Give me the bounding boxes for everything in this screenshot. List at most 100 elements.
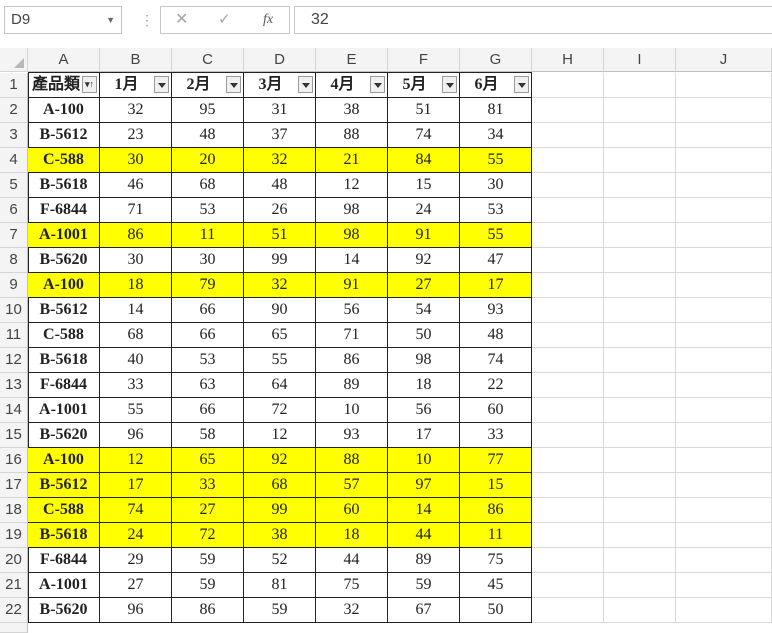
value-cell[interactable]: 66 (172, 323, 244, 348)
empty-cell[interactable] (532, 198, 604, 223)
empty-cell[interactable] (532, 598, 604, 623)
product-cell[interactable]: B-5612 (28, 123, 100, 148)
value-cell[interactable]: 15 (460, 473, 532, 498)
value-cell[interactable]: 34 (460, 123, 532, 148)
value-cell[interactable]: 30 (172, 248, 244, 273)
product-cell[interactable]: C-588 (28, 323, 100, 348)
name-box[interactable]: D9 ▼ (4, 6, 122, 34)
empty-cell[interactable] (604, 598, 676, 623)
value-cell[interactable]: 60 (316, 498, 388, 523)
value-cell[interactable]: 30 (460, 173, 532, 198)
product-cell[interactable]: A-1001 (28, 573, 100, 598)
empty-cell[interactable] (604, 298, 676, 323)
value-cell[interactable]: 38 (316, 98, 388, 123)
empty-cell[interactable] (604, 473, 676, 498)
value-cell[interactable]: 12 (100, 448, 172, 473)
value-cell[interactable]: 30 (100, 148, 172, 173)
product-cell[interactable]: A-100 (28, 98, 100, 123)
value-cell[interactable]: 32 (244, 148, 316, 173)
row-header-22[interactable]: 22 (0, 598, 28, 623)
column-header-i[interactable]: I (604, 48, 676, 72)
product-cell[interactable]: B-5620 (28, 598, 100, 623)
value-cell[interactable]: 68 (100, 323, 172, 348)
table-header-cell[interactable]: 4月 (316, 73, 388, 98)
value-cell[interactable]: 89 (388, 548, 460, 573)
column-header-a[interactable]: A (28, 48, 100, 72)
value-cell[interactable]: 30 (100, 248, 172, 273)
more-options-icon[interactable]: ⋮ (140, 8, 154, 32)
value-cell[interactable]: 92 (388, 248, 460, 273)
empty-cell[interactable] (532, 173, 604, 198)
value-cell[interactable]: 51 (244, 223, 316, 248)
value-cell[interactable]: 74 (388, 123, 460, 148)
value-cell[interactable]: 22 (460, 373, 532, 398)
value-cell[interactable]: 58 (172, 423, 244, 448)
product-cell[interactable]: B-5612 (28, 473, 100, 498)
empty-cell[interactable] (676, 498, 772, 523)
empty-cell[interactable] (532, 123, 604, 148)
empty-cell[interactable] (676, 573, 772, 598)
row-header-16[interactable]: 16 (0, 448, 28, 473)
value-cell[interactable]: 66 (172, 298, 244, 323)
filter-dropdown-icon[interactable] (442, 76, 457, 93)
empty-cell[interactable] (604, 523, 676, 548)
value-cell[interactable]: 18 (100, 273, 172, 298)
empty-cell[interactable] (676, 98, 772, 123)
product-cell[interactable]: C-588 (28, 498, 100, 523)
value-cell[interactable]: 17 (100, 473, 172, 498)
value-cell[interactable]: 88 (316, 448, 388, 473)
value-cell[interactable]: 27 (100, 573, 172, 598)
formula-input[interactable]: 32 (294, 6, 772, 34)
value-cell[interactable]: 11 (172, 223, 244, 248)
product-cell[interactable]: B-5620 (28, 248, 100, 273)
value-cell[interactable]: 67 (388, 598, 460, 623)
column-header-g[interactable]: G (460, 48, 532, 72)
row-header-4[interactable]: 4 (0, 148, 28, 173)
product-cell[interactable]: A-1001 (28, 223, 100, 248)
empty-cell[interactable] (676, 373, 772, 398)
value-cell[interactable]: 59 (172, 548, 244, 573)
value-cell[interactable]: 68 (172, 173, 244, 198)
row-header-21[interactable]: 21 (0, 573, 28, 598)
filter-dropdown-icon[interactable] (154, 76, 169, 93)
value-cell[interactable]: 57 (316, 473, 388, 498)
empty-cell[interactable] (676, 123, 772, 148)
product-cell[interactable]: B-5618 (28, 173, 100, 198)
empty-cell[interactable] (604, 223, 676, 248)
column-header-j[interactable]: J (676, 48, 772, 72)
empty-cell[interactable] (604, 98, 676, 123)
row-header-23[interactable] (0, 623, 28, 633)
table-header-cell[interactable]: 3月 (244, 73, 316, 98)
sort-filter-icon[interactable]: ▾↑ (82, 76, 97, 93)
value-cell[interactable]: 90 (244, 298, 316, 323)
column-header-c[interactable]: C (172, 48, 244, 72)
cancel-icon[interactable]: ✕ (175, 7, 188, 33)
value-cell[interactable]: 14 (316, 248, 388, 273)
row-header-11[interactable]: 11 (0, 323, 28, 348)
empty-cell[interactable] (604, 573, 676, 598)
table-header-cell[interactable]: 5月 (388, 73, 460, 98)
value-cell[interactable]: 15 (388, 173, 460, 198)
value-cell[interactable]: 27 (388, 273, 460, 298)
column-header-e[interactable]: E (316, 48, 388, 72)
value-cell[interactable]: 98 (316, 198, 388, 223)
product-cell[interactable]: B-5612 (28, 298, 100, 323)
value-cell[interactable]: 88 (316, 123, 388, 148)
empty-cell[interactable] (676, 73, 772, 98)
enter-icon[interactable]: ✓ (218, 7, 231, 33)
column-header-b[interactable]: B (100, 48, 172, 72)
value-cell[interactable]: 53 (172, 348, 244, 373)
value-cell[interactable]: 92 (244, 448, 316, 473)
row-header-7[interactable]: 7 (0, 223, 28, 248)
value-cell[interactable]: 60 (460, 398, 532, 423)
value-cell[interactable]: 96 (100, 598, 172, 623)
value-cell[interactable]: 99 (244, 498, 316, 523)
empty-cell[interactable] (604, 348, 676, 373)
empty-cell[interactable] (604, 448, 676, 473)
value-cell[interactable]: 55 (244, 348, 316, 373)
value-cell[interactable]: 54 (388, 298, 460, 323)
value-cell[interactable]: 55 (100, 398, 172, 423)
empty-cell[interactable] (532, 423, 604, 448)
value-cell[interactable]: 59 (388, 573, 460, 598)
value-cell[interactable]: 14 (100, 298, 172, 323)
